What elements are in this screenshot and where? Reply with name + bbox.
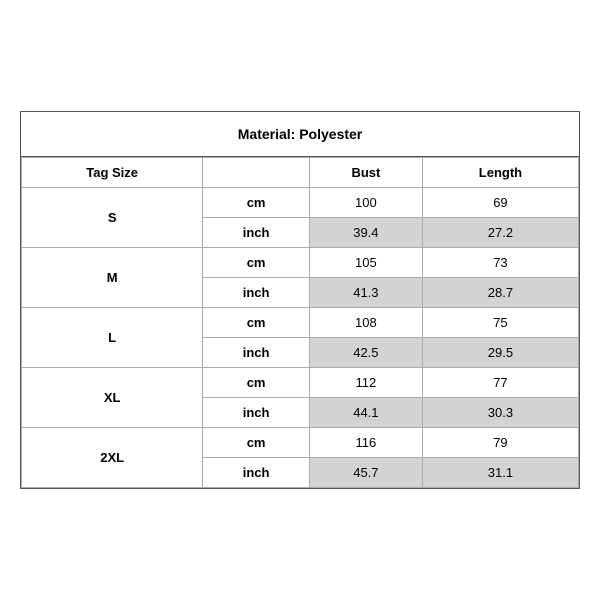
unit-inch-xl: inch — [203, 398, 310, 428]
row-2xl-cm: 2XL cm 116 79 — [22, 428, 579, 458]
size-label-xl: XL — [22, 368, 203, 428]
size-label-2xl: 2XL — [22, 428, 203, 488]
bust-inch-2xl: 45.7 — [309, 458, 422, 488]
unit-cm-m: cm — [203, 248, 310, 278]
size-label-m: M — [22, 248, 203, 308]
bust-inch-xl: 44.1 — [309, 398, 422, 428]
title-text: Material: Polyester — [238, 126, 363, 142]
length-inch-s: 27.2 — [422, 218, 578, 248]
row-m-cm: M cm 105 73 — [22, 248, 579, 278]
unit-inch-l: inch — [203, 338, 310, 368]
unit-inch-m: inch — [203, 278, 310, 308]
unit-cm-s: cm — [203, 188, 310, 218]
bust-inch-s: 39.4 — [309, 218, 422, 248]
length-cm-xl: 77 — [422, 368, 578, 398]
length-cm-m: 73 — [422, 248, 578, 278]
unit-inch-2xl: inch — [203, 458, 310, 488]
unit-inch-s: inch — [203, 218, 310, 248]
length-inch-m: 28.7 — [422, 278, 578, 308]
length-inch-xl: 30.3 — [422, 398, 578, 428]
header-length: Length — [422, 158, 578, 188]
size-label-l: L — [22, 308, 203, 368]
length-cm-2xl: 79 — [422, 428, 578, 458]
bust-cm-m: 105 — [309, 248, 422, 278]
length-cm-s: 69 — [422, 188, 578, 218]
size-label-s: S — [22, 188, 203, 248]
bust-cm-xl: 112 — [309, 368, 422, 398]
unit-cm-xl: cm — [203, 368, 310, 398]
chart-title: Material: Polyester — [21, 112, 579, 157]
bust-inch-m: 41.3 — [309, 278, 422, 308]
bust-cm-s: 100 — [309, 188, 422, 218]
length-cm-l: 75 — [422, 308, 578, 338]
size-chart: Material: Polyester Tag Size Bust Length… — [20, 111, 580, 489]
row-l-cm: L cm 108 75 — [22, 308, 579, 338]
length-inch-l: 29.5 — [422, 338, 578, 368]
bust-inch-l: 42.5 — [309, 338, 422, 368]
bust-cm-2xl: 116 — [309, 428, 422, 458]
row-s-cm: S cm 100 69 — [22, 188, 579, 218]
size-table: Tag Size Bust Length S cm 100 69 inch 39… — [21, 157, 579, 488]
bust-cm-l: 108 — [309, 308, 422, 338]
length-inch-2xl: 31.1 — [422, 458, 578, 488]
unit-cm-l: cm — [203, 308, 310, 338]
row-xl-cm: XL cm 112 77 — [22, 368, 579, 398]
header-unit-empty — [203, 158, 310, 188]
unit-cm-2xl: cm — [203, 428, 310, 458]
header-bust: Bust — [309, 158, 422, 188]
header-tag-size: Tag Size — [22, 158, 203, 188]
